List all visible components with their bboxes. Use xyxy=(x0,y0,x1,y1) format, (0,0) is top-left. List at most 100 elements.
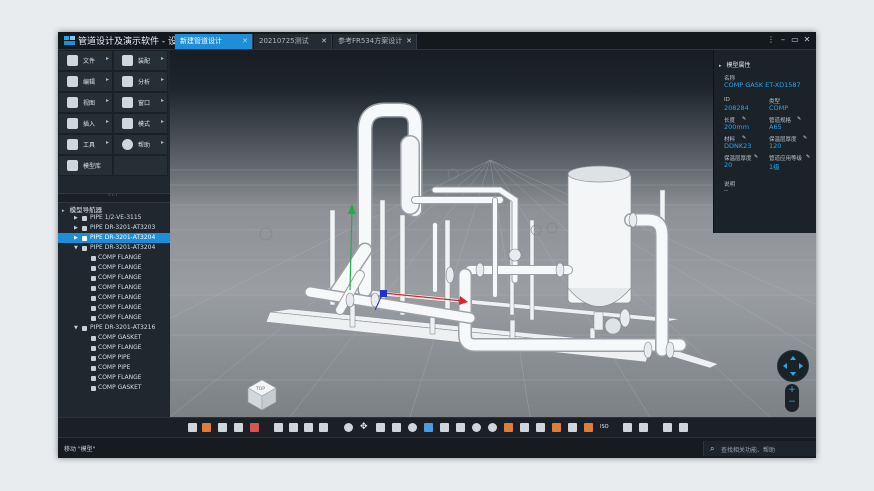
help-search-field[interactable]: ⌕ 查找相关功能、帮助 xyxy=(703,441,816,456)
tree-item-comp-flange[interactable]: COMP FLANGE xyxy=(58,343,170,353)
menu-view-button[interactable]: 视图 ▸ xyxy=(58,92,113,113)
pencil-icon[interactable]: ✎ xyxy=(742,135,746,141)
window-zoom-icon[interactable] xyxy=(392,423,401,432)
iso-view-icon[interactable]: ISO xyxy=(600,423,609,432)
tree-item-pipe-at3203[interactable]: ▶ PIPE DR-3201-AT3203 xyxy=(58,223,170,233)
rotate-icon[interactable] xyxy=(472,423,481,432)
hidden-line-icon[interactable] xyxy=(536,423,545,432)
save-icon[interactable] xyxy=(218,423,227,432)
search-icon: ⌕ xyxy=(710,444,715,453)
pencil-icon[interactable]: ✎ xyxy=(742,116,746,122)
tree-item-comp-pipe[interactable]: COMP PIPE xyxy=(58,353,170,363)
minimize-button[interactable]: – xyxy=(778,34,788,46)
tree-item-comp-pipe[interactable]: COMP PIPE xyxy=(58,363,170,373)
direction-arrows-icon[interactable] xyxy=(778,351,808,381)
tree-item-pipe-at3204[interactable]: ▼ PIPE DR-3201-AT3204 xyxy=(58,243,170,253)
tree-item-comp-flange[interactable]: COMP FLANGE xyxy=(58,313,170,323)
menu-mode-button[interactable]: 模式 ▸ xyxy=(113,113,168,134)
close-tab-icon[interactable]: ✕ xyxy=(242,34,248,49)
panel-splitter[interactable]: ··· xyxy=(58,191,170,203)
top-view-icon[interactable] xyxy=(456,423,465,432)
print-icon[interactable] xyxy=(234,423,243,432)
chevron-down-icon[interactable]: ▼ xyxy=(74,323,78,333)
fit-icon[interactable] xyxy=(376,423,385,432)
tree-item-comp-flange[interactable]: COMP FLANGE xyxy=(58,293,170,303)
vessel-drum xyxy=(567,165,632,331)
menu-assembly-button[interactable]: 装配 ▸ xyxy=(113,50,168,71)
wireframe-icon[interactable] xyxy=(520,423,529,432)
close-window-button[interactable]: ✕ xyxy=(802,34,812,46)
filter-icon[interactable] xyxy=(663,423,672,432)
pencil-icon[interactable]: ✎ xyxy=(797,116,801,122)
component-icon xyxy=(91,306,96,311)
tab-reference-fr534[interactable]: 参考FR534方案设计 ✕ xyxy=(333,34,417,49)
pan-icon[interactable]: ✥ xyxy=(360,423,369,432)
zoom-icon[interactable] xyxy=(344,423,353,432)
tree-item-comp-flange[interactable]: COMP FLANGE xyxy=(58,253,170,263)
expand-icon[interactable]: ▸ xyxy=(719,63,722,69)
menu-tools-button[interactable]: 工具 ▸ xyxy=(58,134,113,155)
zoom-in-button[interactable]: + xyxy=(785,385,799,395)
menu-analysis-button[interactable]: 分析 ▸ xyxy=(113,71,168,92)
zoom-out-icon[interactable] xyxy=(408,423,417,432)
grid-icon[interactable] xyxy=(623,423,632,432)
menu-help-button[interactable]: 帮助 ▸ xyxy=(113,134,168,155)
side-view-icon[interactable] xyxy=(440,423,449,432)
open-icon[interactable] xyxy=(202,423,211,432)
new-icon[interactable] xyxy=(188,423,197,432)
description-label: 说明 xyxy=(724,182,736,188)
more-options-icon[interactable]: ⋮ xyxy=(766,34,776,46)
tree-item-label: COMP FLANGE xyxy=(98,304,142,311)
texture-icon[interactable] xyxy=(568,423,577,432)
tree-item-comp-gasket[interactable]: COMP GASKET xyxy=(58,333,170,343)
tree-item-pipe-ve-3115[interactable]: ▶ PIPE 1/2-VE-3115 xyxy=(58,213,170,223)
tree-item-comp-flange[interactable]: COMP FLANGE xyxy=(58,263,170,273)
section-icon[interactable] xyxy=(304,423,313,432)
tree-item-comp-flange[interactable]: COMP FLANGE xyxy=(58,273,170,283)
menu-model-library-button[interactable]: 模型库 xyxy=(58,155,113,176)
chevron-down-icon[interactable]: ▼ xyxy=(74,243,78,253)
chevron-right-icon: ▸ xyxy=(105,118,109,125)
close-tab-icon[interactable]: ✕ xyxy=(406,34,412,49)
pencil-icon[interactable]: ✎ xyxy=(754,154,758,160)
grip-icon: ··· xyxy=(108,191,119,200)
chevron-right-icon[interactable]: ▶ xyxy=(74,223,78,233)
maximize-button[interactable]: ▭ xyxy=(790,34,800,46)
menu-label: 帮助 xyxy=(138,142,151,149)
tree-item-pipe-at3204-selected[interactable]: ▶ PIPE DR-3201-AT3204 xyxy=(58,233,170,243)
tree-item-comp-gasket[interactable]: COMP GASKET xyxy=(58,383,170,393)
measure-icon[interactable] xyxy=(289,423,298,432)
length-value: 200mm xyxy=(724,123,750,131)
zoom-out-button[interactable]: − xyxy=(785,397,799,407)
shade-icon[interactable] xyxy=(504,423,513,432)
copy-icon[interactable] xyxy=(319,423,328,432)
edges-icon[interactable] xyxy=(552,423,561,432)
material-value: DDNK23 xyxy=(724,142,752,150)
menu-edit-button[interactable]: 编辑 ▸ xyxy=(58,71,113,92)
tree-item-pipe-at3216[interactable]: ▼ PIPE DR-3201-AT3216 xyxy=(58,323,170,333)
tree-item-comp-flange[interactable]: COMP FLANGE xyxy=(58,373,170,383)
export-icon[interactable] xyxy=(250,423,259,432)
material-icon[interactable] xyxy=(584,423,593,432)
pipe-spec-value: A65 xyxy=(769,123,782,131)
layer-icon[interactable] xyxy=(639,423,648,432)
chevron-right-icon[interactable]: ▶ xyxy=(74,233,78,243)
close-tab-icon[interactable]: ✕ xyxy=(321,34,327,49)
import-icon[interactable] xyxy=(274,423,283,432)
front-view-icon[interactable] xyxy=(424,423,433,432)
tree-item-comp-flange[interactable]: COMP FLANGE xyxy=(58,303,170,313)
tab-new-design[interactable]: 新建管道设计 ✕ xyxy=(175,34,253,49)
pencil-icon[interactable]: ✎ xyxy=(803,135,807,141)
menu-insert-button[interactable]: 插入 ▸ xyxy=(58,113,113,134)
tree-item-comp-flange[interactable]: COMP FLANGE xyxy=(58,283,170,293)
menu-file-button[interactable]: 文件 ▸ xyxy=(58,50,113,71)
pencil-icon[interactable]: ✎ xyxy=(806,154,810,160)
tab-test-20210725[interactable]: 20210725测试 ✕ xyxy=(254,34,332,49)
menu-window-button[interactable]: 窗口 ▸ xyxy=(113,92,168,113)
chevron-right-icon[interactable]: ▶ xyxy=(74,213,78,223)
orbit-icon[interactable] xyxy=(488,423,497,432)
navigation-pad[interactable] xyxy=(777,350,809,382)
view-cube[interactable]: TOP xyxy=(247,379,277,411)
search-placeholder[interactable]: 查找相关功能、帮助 xyxy=(721,445,775,454)
settings-icon[interactable] xyxy=(679,423,688,432)
